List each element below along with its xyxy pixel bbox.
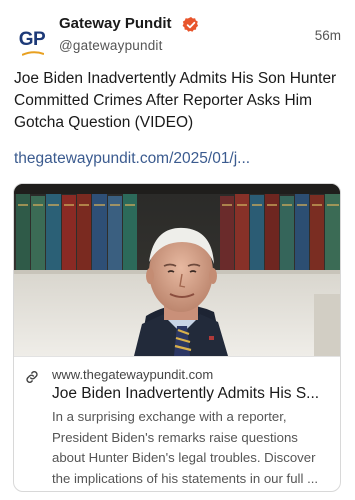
card-domain: www.thegatewaypundit.com xyxy=(52,367,214,382)
avatar-logo: GP xyxy=(18,29,46,50)
handle[interactable]: @gatewaypundit xyxy=(59,38,163,53)
avatar[interactable]: GP xyxy=(12,20,52,60)
link-preview-card[interactable]: www.thegatewaypundit.com Joe Biden Inadv… xyxy=(13,183,341,492)
display-name[interactable]: Gateway Pundit xyxy=(59,15,172,32)
post[interactable]: GP Gateway Pundit @gatewaypundit 56m Joe… xyxy=(0,0,355,500)
link-icon xyxy=(26,371,38,383)
card-title[interactable]: Joe Biden Inadvertently Admits His S... xyxy=(52,385,332,403)
avatar-swoosh xyxy=(22,51,44,56)
timestamp[interactable]: 56m xyxy=(315,28,341,43)
card-body[interactable]: www.thegatewaypundit.com Joe Biden Inadv… xyxy=(14,356,340,491)
preview-image[interactable] xyxy=(14,184,341,356)
verified-badge-icon xyxy=(182,17,199,32)
card-description: In a surprising exchange with a reporter… xyxy=(52,409,319,486)
post-text: Joe Biden Inadvertently Admits His Son H… xyxy=(14,70,337,131)
post-link[interactable]: thegatewaypundit.com/2025/01/j... xyxy=(14,150,344,168)
